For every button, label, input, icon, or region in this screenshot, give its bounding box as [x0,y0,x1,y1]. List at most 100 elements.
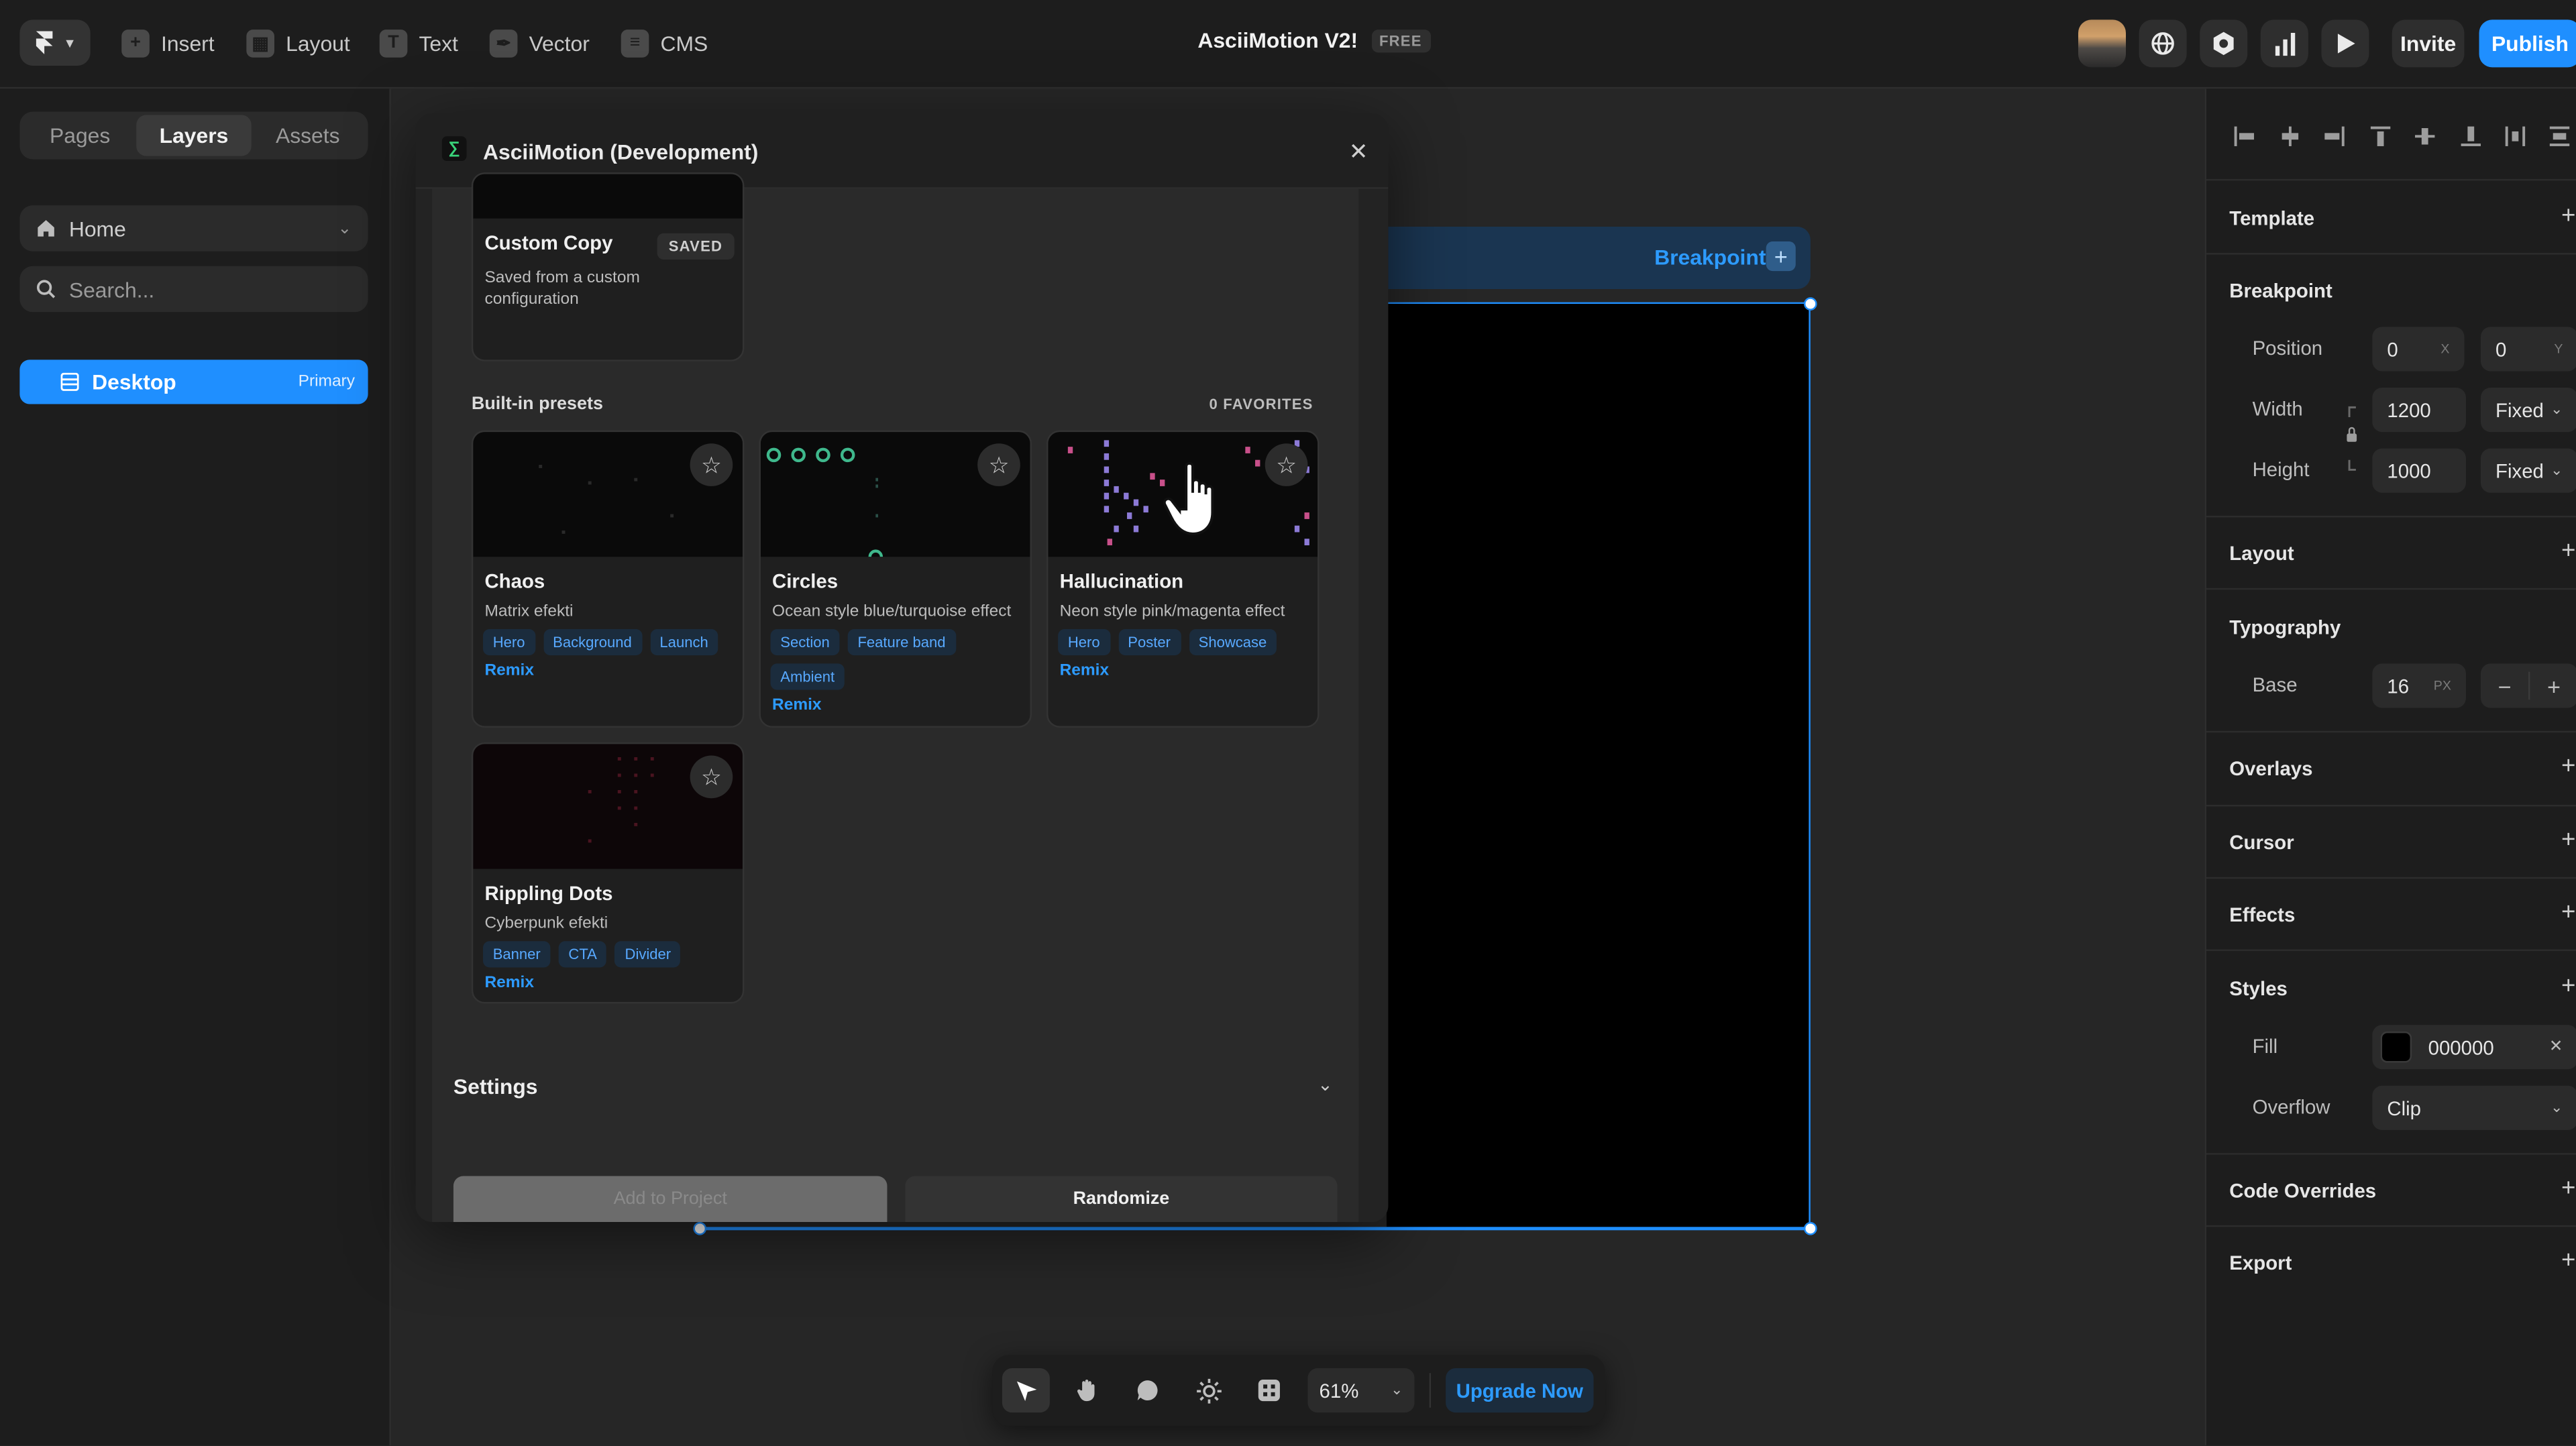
section-breakpoint: Breakpoint [2229,279,2332,302]
resize-handle[interactable] [1804,1222,1817,1235]
position-x-input[interactable]: 0 X [2372,327,2465,372]
section-export[interactable]: Export [2229,1252,2292,1274]
plus-icon[interactable]: + [2561,753,2575,781]
page-selector-value: Home [68,216,126,241]
unit-label: PX [2433,678,2451,693]
text-tool[interactable]: T Text [379,25,458,61]
randomize-button[interactable]: Randomize [905,1176,1338,1223]
hand-tool[interactable] [1063,1368,1111,1412]
plus-icon[interactable]: + [2561,826,2575,854]
plus-icon[interactable]: + [2530,673,2576,699]
tab-layers[interactable]: Layers [137,115,251,156]
page-selector[interactable]: Home ⌄ [19,205,368,252]
fill-value: 000000 [2428,1036,2494,1059]
preview-button[interactable] [2321,19,2369,68]
position-y-input[interactable]: 0 Y [2480,327,2576,372]
favorite-star-icon[interactable]: ☆ [977,443,1020,486]
section-code-overrides[interactable]: Code Overrides [2229,1179,2376,1202]
breakpoint-label[interactable]: Breakpoint [1654,245,1766,270]
remix-link[interactable]: Remix [1060,662,1110,680]
add-to-project-button[interactable]: Add to Project [453,1176,888,1223]
insert-tool[interactable]: + Insert [121,25,215,61]
section-template[interactable]: Template [2229,207,2314,230]
plus-icon[interactable]: + [2561,537,2575,565]
plus-icon[interactable]: + [2561,1174,2575,1203]
base-font-size-input[interactable]: 16 PX [2372,663,2466,708]
close-icon[interactable]: ✕ [1349,138,1368,166]
height-input[interactable]: 1000 [2372,448,2466,493]
favorite-star-icon[interactable]: ☆ [690,443,733,486]
align-center-h-icon[interactable] [2279,125,2302,148]
upgrade-now-button[interactable]: Upgrade Now [1446,1368,1594,1413]
width-mode-select[interactable]: Fixed ⌄ [2480,387,2576,433]
plus-icon[interactable]: + [2561,1247,2575,1275]
globe-icon [2151,32,2174,55]
fill-input[interactable]: 000000 ✕ [2372,1025,2576,1070]
remix-link[interactable]: Remix [484,974,534,992]
distribute-horizontal-icon[interactable] [2504,125,2526,148]
insert-label: Insert [161,30,215,56]
remix-link[interactable]: Remix [484,662,534,680]
play-icon [2337,34,2355,54]
theme-toggle[interactable] [1185,1368,1232,1412]
globe-button[interactable] [2139,19,2187,68]
section-overlays[interactable]: Overlays [2229,757,2312,780]
vector-tool[interactable]: ✒ Vector [489,25,590,61]
align-left-icon[interactable] [2233,125,2255,148]
align-top-icon[interactable] [2369,125,2392,148]
section-layout[interactable]: Layout [2229,542,2294,565]
minus-icon[interactable]: − [2481,673,2528,699]
align-right-icon[interactable] [2323,125,2346,148]
position-label: Position [2252,337,2323,360]
tab-assets[interactable]: Assets [251,115,365,156]
publish-button[interactable]: Publish [2479,19,2576,68]
tab-pages[interactable]: Pages [23,115,137,156]
align-center-v-icon[interactable] [2414,125,2436,148]
preset-card-circles[interactable]: ☆ Circles Ocean style blue/turquoise eff… [759,430,1032,728]
layer-item-desktop[interactable]: Desktop Primary [19,359,368,404]
preset-title: Custom Copy [484,231,613,255]
framer-menu-button[interactable]: ▼ [19,19,91,66]
panel-tabs: Pages Layers Assets [19,111,368,160]
plus-icon[interactable]: + [2561,899,2575,927]
favorite-star-icon[interactable]: ☆ [690,755,733,799]
settings-button[interactable] [2200,19,2248,68]
add-breakpoint-button[interactable]: + [1766,241,1796,272]
height-mode-select[interactable]: Fixed ⌄ [2480,448,2576,493]
desktop-frame[interactable] [1386,302,1811,1229]
project-title[interactable]: AsciiMotion V2! FREE [1197,28,1430,52]
analytics-button[interactable] [2260,19,2308,68]
plus-icon[interactable]: + [2561,202,2575,230]
section-effects[interactable]: Effects [2229,903,2295,926]
preset-card-chaos[interactable]: ☆ Chaos Matrix efekti Hero Background La… [471,430,745,728]
remix-link[interactable]: Remix [772,696,822,714]
layer-search[interactable] [19,266,368,313]
zoom-select[interactable]: 61% ⌄ [1307,1368,1415,1413]
avatar[interactable] [2078,19,2127,68]
invite-button[interactable]: Invite [2392,19,2465,68]
overflow-select[interactable]: Clip ⌄ [2372,1085,2576,1130]
align-bottom-icon[interactable] [2459,125,2482,148]
distribute-vertical-icon[interactable] [2548,125,2571,148]
chevron-down-icon[interactable]: ⌄ [1318,1074,1333,1095]
cms-tool[interactable]: ≡ CMS [621,25,708,61]
saved-preset-card[interactable]: Custom Copy SAVED Saved from a custom co… [471,172,745,362]
tag: Hero [483,628,535,656]
section-styles[interactable]: Styles [2229,977,2288,1000]
select-tool[interactable] [1002,1368,1050,1413]
width-input[interactable]: 1200 [2372,387,2466,433]
settings-accordion[interactable] [433,1048,1359,1137]
plus-icon[interactable]: + [2561,972,2575,1001]
resize-handle[interactable] [693,1222,707,1235]
close-icon[interactable]: ✕ [2549,1038,2563,1056]
section-cursor[interactable]: Cursor [2229,831,2294,854]
preset-card-rippling-dots[interactable]: ☆ Rippling Dots Cyberpunk efekti Banner … [471,742,745,1004]
comment-tool[interactable] [1124,1368,1171,1412]
search-input[interactable] [68,276,332,302]
aspect-lock-icon[interactable] [2345,404,2359,473]
fill-swatch[interactable] [2380,1031,2412,1063]
resize-handle[interactable] [1804,297,1817,311]
components-tool[interactable] [1245,1368,1293,1412]
favorite-star-icon[interactable]: ☆ [1265,443,1308,486]
layout-tool[interactable]: ▦ Layout [246,25,350,61]
